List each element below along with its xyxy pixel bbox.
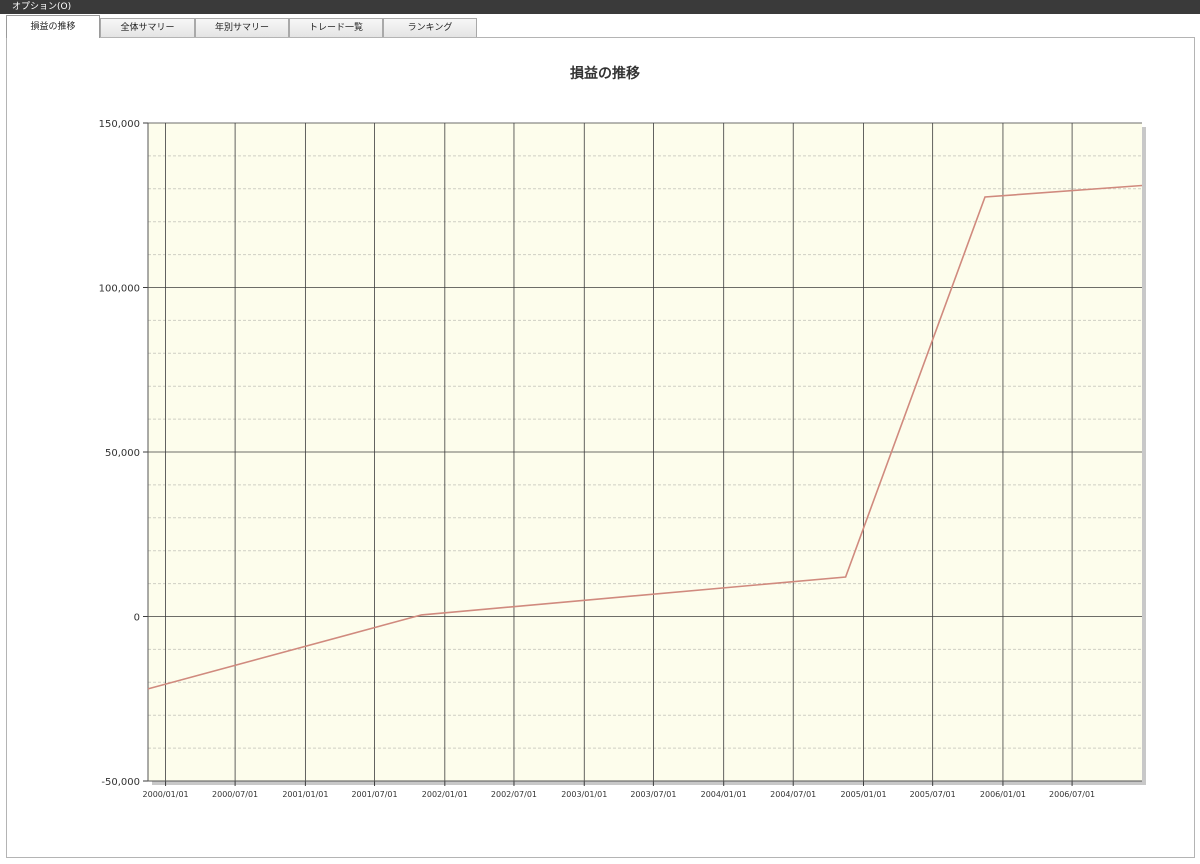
x-tick-label: 2003/01/01 xyxy=(561,790,607,799)
tab-ranking[interactable]: ランキング xyxy=(383,18,477,37)
chart-panel: 損益の推移 150,000 100,000 50,000 0 -50,000 2000/01… xyxy=(6,37,1195,858)
x-tick-label: 2002/01/01 xyxy=(422,790,468,799)
x-tick-label: 2003/07/01 xyxy=(630,790,676,799)
y-tick-label: 0 xyxy=(134,613,140,624)
x-tick-label: 2001/01/01 xyxy=(282,790,328,799)
y-tick-label: 100,000 xyxy=(99,284,140,295)
tab-bar: 損益の推移 全体サマリー 年別サマリー トレード一覧 ランキング xyxy=(0,14,1200,38)
x-tick-label: 2006/07/01 xyxy=(1049,790,1095,799)
x-tick-label: 2001/07/01 xyxy=(351,790,397,799)
x-tick-label: 2005/07/01 xyxy=(910,790,956,799)
x-tick-label: 2000/07/01 xyxy=(212,790,258,799)
menu-bar: オプション(O) xyxy=(0,0,1200,14)
y-tick-label: 50,000 xyxy=(105,448,140,459)
y-tick-label: 150,000 xyxy=(99,119,140,130)
chart-title: 損益の推移 xyxy=(570,65,640,82)
tab-pnl-trend[interactable]: 損益の推移 xyxy=(6,15,100,38)
tab-trade-list[interactable]: トレード一覧 xyxy=(289,18,383,37)
x-tick-label: 2006/01/01 xyxy=(980,790,1026,799)
tab-yearly-summary[interactable]: 年別サマリー xyxy=(195,18,289,37)
tab-overall-summary[interactable]: 全体サマリー xyxy=(100,18,195,37)
pnl-line-chart: 損益の推移 150,000 100,000 50,000 0 -50,0002000/01… xyxy=(99,65,1146,799)
y-tick-label: -50,000 xyxy=(101,777,140,788)
x-tick-label: 2004/01/01 xyxy=(701,790,747,799)
x-tick-label: 2005/01/01 xyxy=(840,790,886,799)
x-tick-label: 2000/01/01 xyxy=(143,790,189,799)
x-tick-label: 2002/07/01 xyxy=(491,790,537,799)
x-tick-label: 2004/07/01 xyxy=(770,790,816,799)
menu-options[interactable]: オプション(O) xyxy=(12,0,71,14)
